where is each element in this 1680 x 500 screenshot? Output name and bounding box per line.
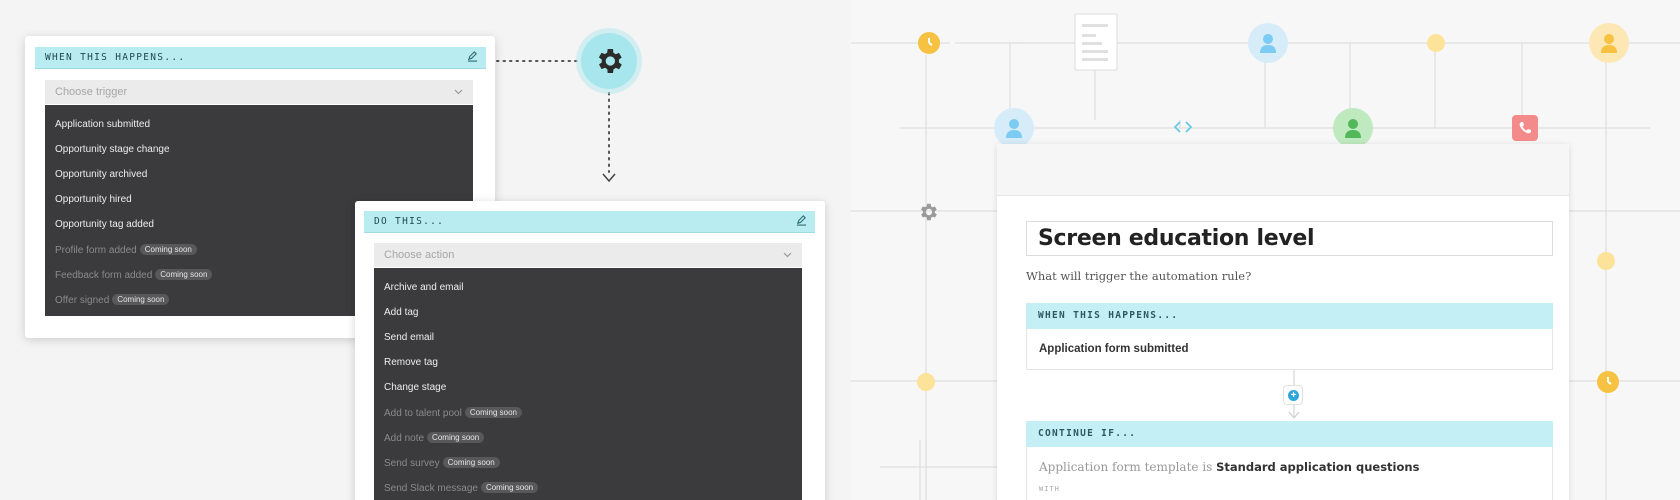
action-option-disabled: Add note Coming soon: [384, 432, 485, 444]
edit-icon[interactable]: [796, 215, 807, 226]
coming-soon-badge: Coming soon: [155, 269, 213, 280]
coming-soon-badge: Coming soon: [480, 482, 539, 493]
gear-badge: [581, 33, 637, 89]
add-step-button[interactable]: +: [1283, 385, 1303, 405]
rule-title: Screen education level: [1038, 226, 1315, 251]
trigger-select-placeholder: Choose trigger: [55, 86, 128, 98]
action-select-placeholder: Choose action: [384, 249, 455, 261]
coming-soon-badge: Coming soon: [112, 294, 170, 305]
trigger-option[interactable]: Application submitted: [55, 119, 150, 130]
action-option[interactable]: Change stage: [384, 382, 446, 393]
chevron-down-icon: [783, 252, 792, 258]
continue-section-title: CONTINUE IF...: [1038, 428, 1137, 439]
phone-icon: [1512, 115, 1538, 141]
person-icon: [994, 108, 1034, 148]
code-icon: [1174, 121, 1192, 133]
trigger-option-disabled: Feedback form added Coming soon: [55, 269, 213, 281]
person-icon: [1333, 108, 1373, 148]
action-card-header: DO THIS...: [364, 211, 815, 233]
coming-soon-badge: Coming soon: [427, 432, 485, 443]
clock-icon: [1597, 371, 1619, 393]
person-icon: [1248, 23, 1288, 63]
yellow-dot: [1427, 34, 1445, 52]
chevron-down-icon: [454, 89, 463, 95]
trigger-option[interactable]: Opportunity archived: [55, 169, 147, 180]
action-option-disabled: Send survey Coming soon: [384, 457, 500, 469]
coming-soon-badge: Coming soon: [442, 457, 500, 468]
clock-icon: [918, 32, 940, 54]
with-label: WITH: [1039, 485, 1060, 493]
trigger-value: Application form submitted: [1039, 343, 1189, 355]
trigger-option-disabled: Offer signed Coming soon: [55, 294, 170, 306]
rule-title-input[interactable]: Screen education level: [1026, 221, 1553, 256]
when-section-body[interactable]: Application form submitted: [1026, 329, 1553, 370]
yellow-dot: [917, 373, 935, 391]
person-icon: [1589, 23, 1629, 63]
gear-icon: [921, 203, 937, 221]
action-option[interactable]: Archive and email: [384, 282, 463, 293]
trigger-option[interactable]: Opportunity hired: [55, 194, 132, 205]
action-option-disabled: Add to talent pool Coming soon: [384, 407, 522, 419]
edit-icon[interactable]: [467, 51, 478, 62]
condition-prefix: Application form template is: [1039, 460, 1217, 474]
yellow-dot: [1597, 252, 1615, 270]
plus-icon: +: [1288, 390, 1299, 401]
trigger-card-title: WHEN THIS HAPPENS...: [45, 52, 186, 63]
trigger-select[interactable]: Choose trigger: [45, 80, 473, 104]
trigger-option[interactable]: Opportunity tag added: [55, 219, 154, 230]
action-option[interactable]: Send email: [384, 332, 434, 343]
condition-value: Standard application questions: [1216, 460, 1420, 474]
action-select[interactable]: Choose action: [374, 243, 802, 267]
when-section-header: WHEN THIS HAPPENS...: [1026, 303, 1553, 329]
trigger-option-disabled: Profile form added Coming soon: [55, 244, 197, 256]
gear-icon: [598, 49, 622, 73]
rule-editor-topbar: [997, 144, 1569, 196]
when-section-title: WHEN THIS HAPPENS...: [1038, 310, 1179, 321]
condition-line: Application form template is Standard ap…: [1039, 460, 1419, 474]
action-option[interactable]: Remove tag: [384, 357, 438, 368]
action-option-disabled: Send Slack message Coming soon: [384, 482, 539, 494]
continue-section-header: CONTINUE IF...: [1026, 421, 1553, 447]
trigger-option[interactable]: Opportunity stage change: [55, 144, 170, 155]
action-card-title: DO THIS...: [374, 216, 445, 227]
trigger-card-header: WHEN THIS HAPPENS...: [35, 47, 486, 69]
continue-section-body[interactable]: Application form template is Standard ap…: [1026, 447, 1553, 500]
action-dropdown: Archive and email Add tag Send email Rem…: [374, 268, 802, 500]
action-option[interactable]: Add tag: [384, 307, 418, 318]
coming-soon-badge: Coming soon: [464, 407, 522, 418]
trigger-question: What will trigger the automation rule?: [1026, 269, 1252, 283]
coming-soon-badge: Coming soon: [139, 244, 197, 255]
